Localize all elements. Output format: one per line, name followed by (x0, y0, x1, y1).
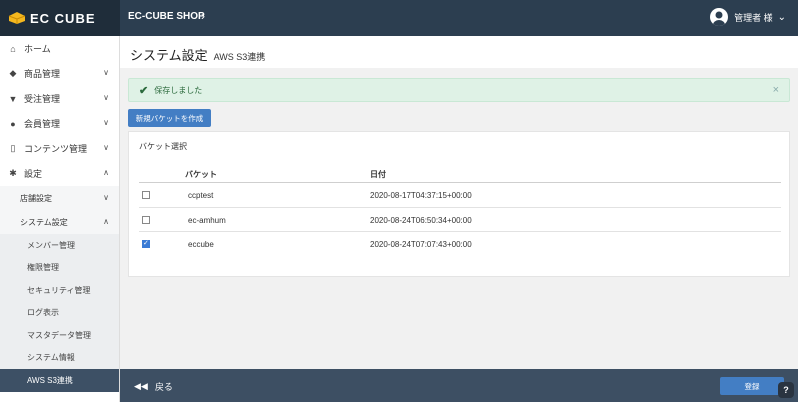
back-link[interactable]: ◀◀ 戻る (134, 380, 173, 393)
sidebar-item-label: 商品管理 (24, 69, 61, 79)
chevron-down-icon: ∨ (103, 143, 109, 152)
table-row[interactable]: eccube 2020-08-24T07:07:43+00:00 (139, 232, 781, 257)
sidebar-item-label: コンテンツ管理 (24, 144, 88, 154)
home-icon: ⌂ (10, 43, 16, 54)
sidebar-item-settings[interactable]: ✱ 設定 ∧ (0, 161, 119, 186)
close-icon[interactable]: × (773, 84, 779, 96)
bucket-name: ccptest (188, 191, 214, 200)
chevron-down-icon: ∨ (103, 193, 109, 202)
sidebar: ⌂ ホーム ◆ 商品管理 ∨ ▼ 受注管理 ∨ ● 会員管理 ∨ ▯ コンテンツ… (0, 36, 120, 402)
user-avatar-icon (710, 8, 729, 26)
main-content: システム設定 AWS S3連携 ✔ 保存しました × 新規バケットを作成 バケッ… (120, 36, 798, 369)
sidebar-item-log[interactable]: ログ表示 (0, 301, 119, 324)
column-header-date: 日付 (370, 170, 386, 179)
save-button[interactable]: 登録 (720, 377, 784, 395)
cube-icon: ◆ (9, 68, 17, 78)
table-header: バケット 日付 (139, 166, 781, 183)
chevron-right-icon[interactable]: › (201, 9, 205, 23)
table-row[interactable]: ec-amhum 2020-08-24T06:50:34+00:00 (139, 208, 781, 232)
alert-message: 保存しました (154, 85, 203, 95)
chevron-down-icon: ⌄ (777, 11, 786, 23)
cart-icon: ▼ (8, 93, 18, 104)
sidebar-item-authority[interactable]: 権限管理 (0, 256, 119, 279)
bucket-date: 2020-08-24T07:07:43+00:00 (370, 240, 472, 249)
user-name: 管理者 様 (734, 12, 773, 23)
sidebar-item-contents[interactable]: ▯ コンテンツ管理 ∨ (0, 136, 119, 161)
double-chevron-left-icon: ◀◀ (134, 381, 148, 391)
success-alert: ✔ 保存しました × (128, 78, 790, 102)
sidebar-item-system-info[interactable]: システム情報 (0, 346, 119, 369)
file-icon: ▯ (10, 143, 16, 153)
help-badge-icon[interactable]: ? (778, 382, 794, 398)
create-bucket-button[interactable]: 新規バケットを作成 (128, 109, 211, 127)
chevron-down-icon: ∨ (103, 118, 109, 127)
bucket-checkbox[interactable] (142, 239, 150, 248)
chevron-up-icon: ∧ (103, 168, 109, 177)
sidebar-item-shop-settings[interactable]: 店舗設定 ∨ (0, 186, 119, 210)
gear-icon: ✱ (9, 168, 17, 178)
check-icon: ✔ (139, 84, 149, 97)
bucket-select-card: バケット選択 バケット 日付 ccptest 2020-08-17T04:37:… (128, 131, 790, 277)
sidebar-item-security[interactable]: セキュリティ管理 (0, 279, 119, 302)
table-row[interactable]: ccptest 2020-08-17T04:37:15+00:00 (139, 183, 781, 208)
cube-logo-icon (8, 12, 26, 24)
bucket-checkbox[interactable] (142, 191, 150, 199)
bucket-date: 2020-08-17T04:37:15+00:00 (370, 191, 472, 200)
chevron-up-icon: ∧ (103, 217, 109, 226)
top-bar: EC CUBE EC-CUBE SHOP › 管理者 様 ⌄ (0, 0, 798, 36)
users-icon: ● (10, 118, 16, 129)
bucket-date: 2020-08-24T06:50:34+00:00 (370, 215, 472, 225)
chevron-down-icon: ∨ (103, 93, 109, 102)
sidebar-item-orders[interactable]: ▼ 受注管理 ∨ (0, 86, 119, 111)
page-header: システム設定 AWS S3連携 (120, 36, 798, 68)
page-subtitle: AWS S3連携 (213, 52, 266, 62)
page-title: システム設定 (130, 48, 208, 63)
sidebar-item-label: 会員管理 (24, 119, 61, 129)
ec-cube-logo[interactable]: EC CUBE (0, 0, 120, 36)
sidebar-item-products[interactable]: ◆ 商品管理 ∨ (0, 61, 119, 86)
sidebar-item-label: システム設定 (20, 217, 68, 227)
bucket-name: ec-amhum (188, 215, 226, 225)
column-header-bucket: バケット (185, 170, 217, 179)
footer-bar: ◀◀ 戻る 登録 (120, 369, 798, 402)
bucket-checkbox[interactable] (142, 215, 150, 224)
shop-name-link[interactable]: EC-CUBE SHOP (128, 11, 205, 22)
sidebar-item-label: 店舗設定 (20, 193, 52, 203)
chevron-down-icon: ∨ (103, 68, 109, 77)
sidebar-item-aws-s3[interactable]: AWS S3連携 (0, 369, 119, 392)
sidebar-item-label: 設定 (24, 169, 43, 179)
sidebar-item-masterdata[interactable]: マスタデータ管理 (0, 324, 119, 347)
user-menu[interactable]: 管理者 様 ⌄ (710, 8, 786, 26)
sidebar-item-home[interactable]: ⌂ ホーム (0, 36, 119, 61)
sidebar-item-customers[interactable]: ● 会員管理 ∨ (0, 111, 119, 136)
back-label: 戻る (154, 382, 173, 392)
sidebar-item-label: ホーム (24, 44, 51, 54)
sidebar-item-label: 受注管理 (24, 94, 61, 104)
bucket-table: バケット 日付 ccptest 2020-08-17T04:37:15+00:0… (139, 166, 781, 257)
card-title: バケット選択 (139, 142, 187, 151)
sidebar-item-system-settings[interactable]: システム設定 ∧ (0, 210, 119, 234)
bucket-name: eccube (188, 240, 214, 249)
logo-text: EC CUBE (30, 10, 96, 26)
sidebar-item-members[interactable]: メンバー管理 (0, 234, 119, 257)
